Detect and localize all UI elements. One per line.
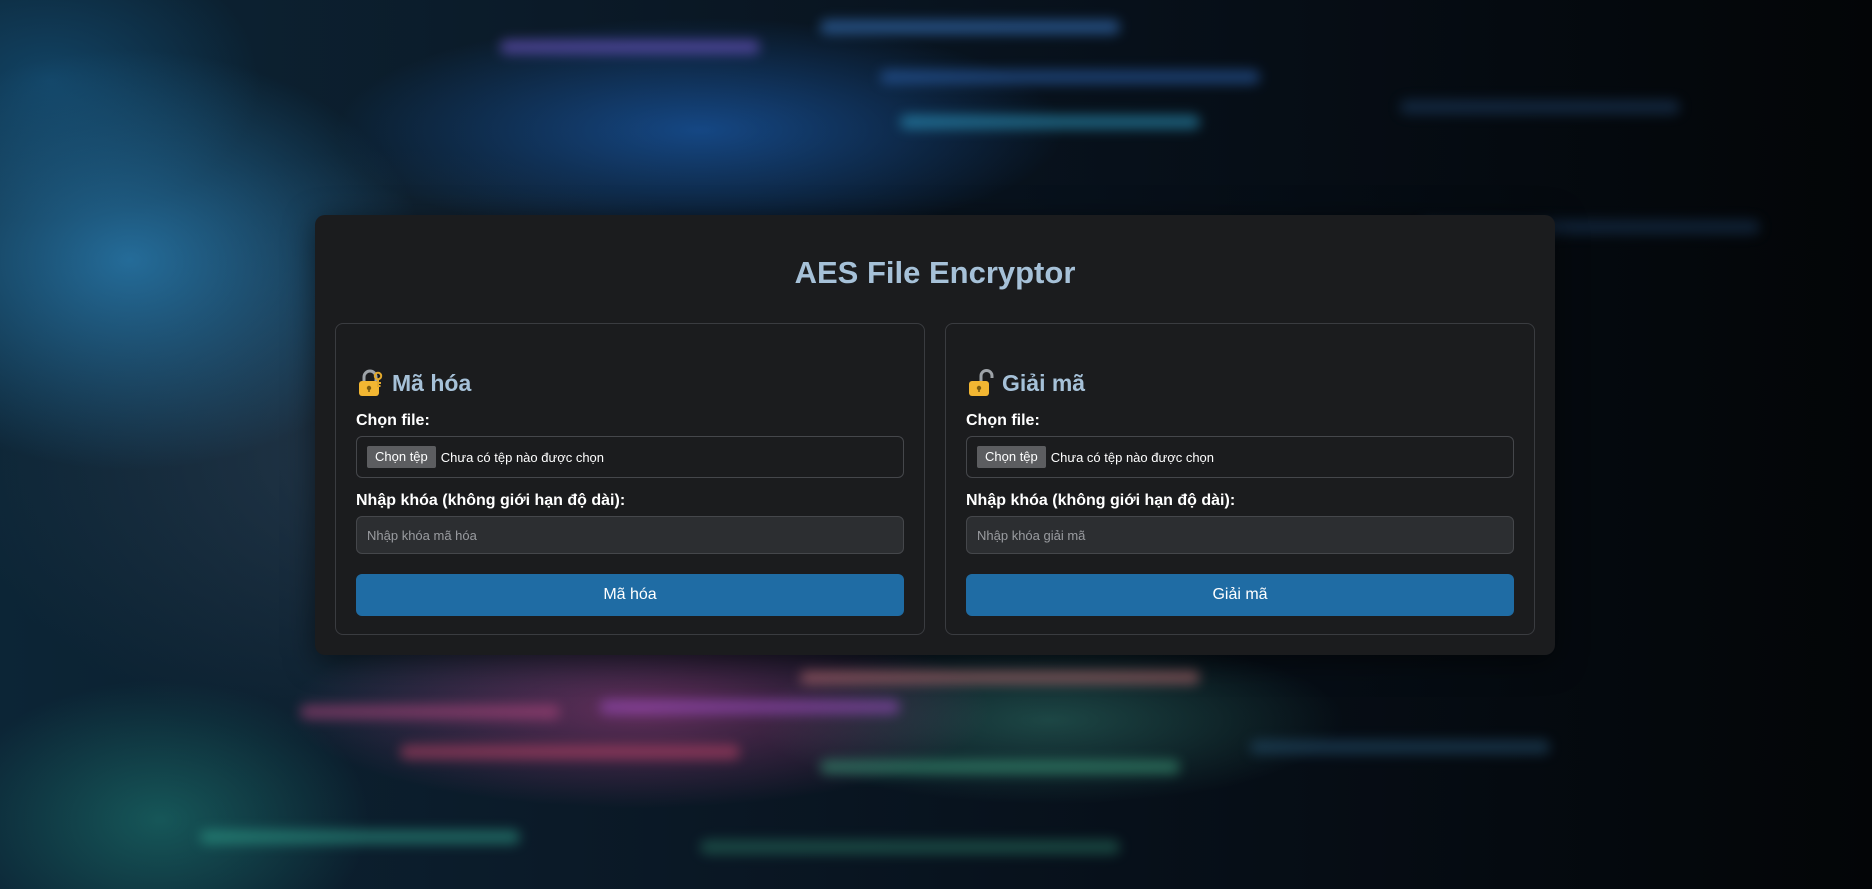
decrypt-choose-file-button[interactable]: Chọn tệp [977,446,1046,468]
decrypt-file-input[interactable]: Chọn tệp Chưa có tệp nào được chọn [966,436,1514,478]
encrypt-key-input[interactable] [356,516,904,554]
encrypt-button[interactable]: Mã hóa [356,574,904,616]
encrypt-choose-file-button[interactable]: Chọn tệp [367,446,436,468]
background-stripe [900,115,1200,129]
encrypt-file-label: Chọn file: [356,412,430,429]
encrypt-key-label: Nhập khóa (không giới hạn độ dài): [356,492,626,509]
background-stripe [200,830,520,844]
lock-with-key-icon [359,369,383,396]
encrypt-card: Mã hóa Chọn file: Chọn tệp Chưa có tệp n… [335,323,925,635]
encrypt-file-input[interactable]: Chọn tệp Chưa có tệp nào được chọn [356,436,904,478]
encrypt-heading: Mã hóa [392,369,472,396]
background-stripe [300,705,560,719]
decrypt-card: Giải mã Chọn file: Chọn tệp Chưa có tệp … [945,323,1535,635]
background-stripe [820,760,1180,774]
encryptor-panel: AES File Encryptor Mã hóa Chọn file: Chọ… [315,215,1555,655]
encrypt-card-header: Mã hóa [356,368,904,398]
background-stripe [700,840,1120,854]
open-lock-icon [969,369,994,396]
background-stripe [600,700,900,714]
background-stripe [1250,740,1550,754]
background-stripe [820,20,1120,34]
background-stripe [1400,100,1680,114]
page-title: AES File Encryptor [794,255,1076,290]
decrypt-button[interactable]: Giải mã [966,574,1514,616]
decrypt-key-input[interactable] [966,516,1514,554]
background-stripe [400,745,740,759]
decrypt-key-label: Nhập khóa (không giới hạn độ dài): [966,492,1236,509]
background-stripe [500,40,760,54]
background-stripe [880,70,1260,84]
encrypt-file-status: Chưa có tệp nào được chọn [440,449,605,465]
background-stripe [800,670,1200,684]
decrypt-file-status: Chưa có tệp nào được chọn [1050,449,1215,465]
decrypt-card-header: Giải mã [966,368,1514,398]
decrypt-file-label: Chọn file: [966,412,1040,429]
decrypt-heading: Giải mã [1002,369,1086,396]
